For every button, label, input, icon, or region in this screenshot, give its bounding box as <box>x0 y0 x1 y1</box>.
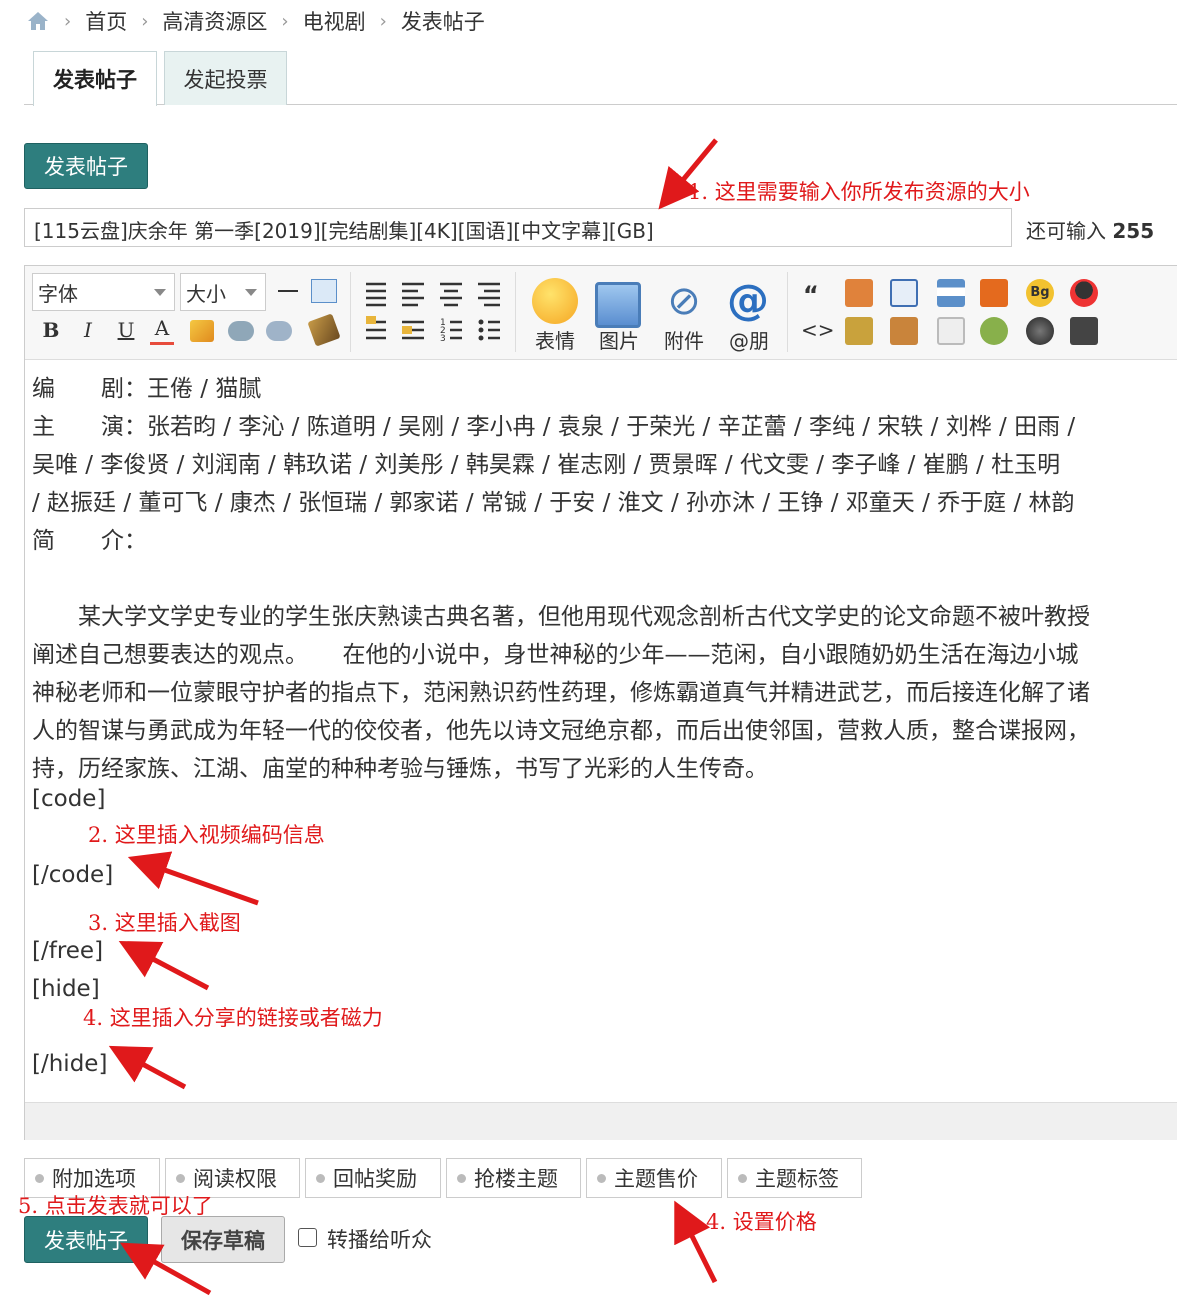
arrow-4 <box>108 1045 187 1090</box>
arrow-3 <box>118 941 210 991</box>
arrow-5 <box>119 1242 212 1296</box>
arrow-1 <box>658 138 718 210</box>
annotation-arrows <box>108 138 718 1296</box>
arrow-2 <box>127 851 259 906</box>
arrow-6 <box>674 1200 718 1284</box>
